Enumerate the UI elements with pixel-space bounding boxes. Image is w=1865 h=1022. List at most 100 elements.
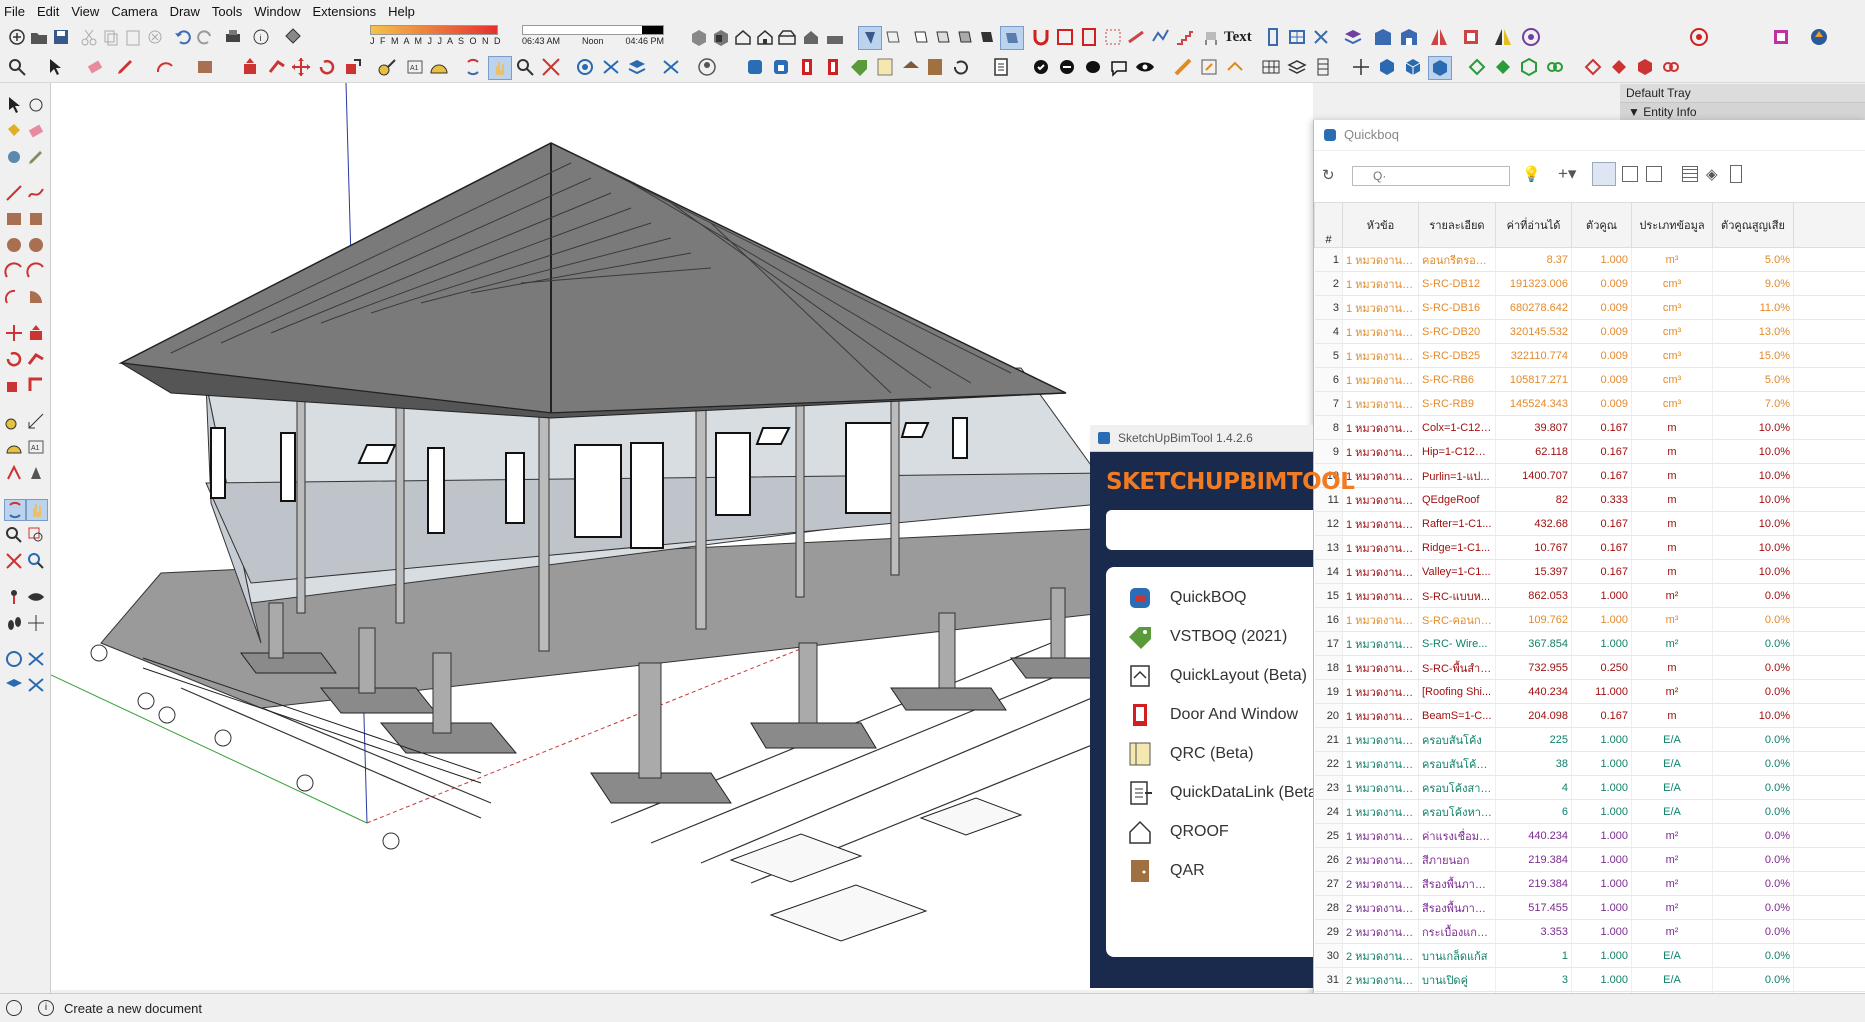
redo-icon[interactable]	[194, 26, 216, 48]
shaded-icon[interactable]	[932, 26, 954, 48]
protractor-icon[interactable]	[428, 56, 450, 78]
gradient-icon[interactable]	[1172, 56, 1194, 78]
magnet-icon[interactable]	[1030, 26, 1052, 48]
top-view-icon[interactable]	[688, 26, 710, 48]
column-header-multiplier[interactable]: ตัวคูณ	[1572, 203, 1632, 248]
table-row[interactable]: 61 หมวดงานโค...S-RC-RB6105817.2710.009cm…	[1315, 368, 1865, 392]
pencil-tool-icon[interactable]	[26, 147, 46, 167]
column-header-value[interactable]: ค่าที่อ่านได้	[1496, 203, 1572, 248]
section-display-tool-icon[interactable]	[26, 675, 46, 695]
cube-blue-2-icon[interactable]	[1402, 56, 1424, 78]
section-plane-icon[interactable]	[574, 56, 596, 78]
column-header-topic[interactable]: หัวข้อ	[1343, 203, 1419, 248]
table-row[interactable]: 51 หมวดงานโค...S-RC-DB25322110.7740.009c…	[1315, 344, 1865, 368]
table-row[interactable]: 211 หมวดงานโค...ครอบสันโค้ง2251.000E/A0.…	[1315, 728, 1865, 752]
follow-me-icon[interactable]	[266, 56, 288, 78]
add-icon[interactable]: +▾	[1558, 164, 1576, 184]
arc-tool-icon[interactable]	[4, 261, 24, 281]
eraser-tool-icon[interactable]	[26, 121, 46, 141]
stack-icon[interactable]	[1312, 56, 1334, 78]
stair-icon[interactable]	[1174, 26, 1196, 48]
qroof-toolbar-icon[interactable]	[900, 56, 922, 78]
table-row[interactable]: 312 หมวดงานสถ...บานเปิดคู่31.000E/A0.0%	[1315, 968, 1865, 992]
text-tool-icon[interactable]: A1	[26, 437, 46, 457]
cut-icon[interactable]	[78, 26, 100, 48]
xray-icon[interactable]	[858, 26, 882, 50]
print-icon[interactable]	[222, 26, 244, 48]
table-row[interactable]: 171 หมวดงานโค...S-RC- Wire...367.8541.00…	[1315, 632, 1865, 656]
menu-draw[interactable]: Draw	[166, 4, 208, 19]
save-icon[interactable]	[50, 26, 72, 48]
pan-icon[interactable]	[488, 56, 512, 80]
report-icon[interactable]	[990, 56, 1012, 78]
layer-orange-icon[interactable]	[1224, 56, 1246, 78]
cube-blue-icon[interactable]	[1376, 56, 1398, 78]
user-icon[interactable]	[696, 56, 718, 78]
front-view-icon[interactable]	[710, 26, 732, 48]
table-row[interactable]: 121 หมวดงานโค...Rafter=1-C1...432.680.16…	[1315, 512, 1865, 536]
menu-edit[interactable]: Edit	[33, 4, 67, 19]
quickboq-toolbar-icon[interactable]	[744, 56, 766, 78]
house-left-icon[interactable]	[824, 26, 846, 48]
table-row[interactable]: 151 หมวดงานโค...S-RC-แบบห...862.0531.000…	[1315, 584, 1865, 608]
circle-tool-icon[interactable]	[4, 235, 24, 255]
scissor-blue-icon[interactable]	[1310, 26, 1332, 48]
section-cut-tool-icon[interactable]	[26, 649, 46, 669]
zoom-window-icon[interactable]	[26, 525, 46, 545]
push-pull-icon[interactable]	[240, 56, 262, 78]
rotate-tool-icon[interactable]	[4, 349, 24, 369]
table-row[interactable]: 161 หมวดงานโค...S-RC-คอนกรี...109.7621.0…	[1315, 608, 1865, 632]
cube-red-icon[interactable]	[1634, 56, 1656, 78]
tool-item-qroof[interactable]: QROOF	[1106, 813, 1313, 851]
bimtool-search-input[interactable]	[1106, 510, 1313, 550]
layers-icon[interactable]: ◈	[1706, 165, 1718, 183]
zoom-icon[interactable]	[6, 56, 28, 78]
table-row[interactable]: 131 หมวดงานโค...Ridge=1-C1...10.7670.167…	[1315, 536, 1865, 560]
dimension-tool-icon[interactable]	[26, 411, 46, 431]
dimension-icon[interactable]: A1	[404, 56, 426, 78]
chair-icon[interactable]	[1200, 26, 1222, 48]
blob-icon[interactable]	[1082, 56, 1104, 78]
tape-tool-icon[interactable]	[4, 411, 24, 431]
zoom-extents-icon[interactable]	[540, 56, 562, 78]
scale-icon[interactable]	[342, 56, 364, 78]
table-icon[interactable]	[1682, 166, 1698, 182]
refresh-icon[interactable]: ↻	[1322, 166, 1335, 184]
select-arrow-icon[interactable]	[44, 56, 66, 78]
freehand-icon[interactable]	[26, 183, 46, 203]
speech-bubble-icon[interactable]	[1108, 56, 1130, 78]
menu-camera[interactable]: Camera	[107, 4, 165, 19]
tool-item-vstboq[interactable]: VSTBOQ (2021)	[1106, 618, 1313, 656]
undo-icon[interactable]	[172, 26, 194, 48]
building-blue-2-icon[interactable]	[1398, 26, 1422, 48]
paint-bucket-icon[interactable]	[4, 121, 24, 141]
house-back-icon[interactable]	[800, 26, 822, 48]
layers-icon[interactable]	[1286, 56, 1308, 78]
section-plane-tool-icon[interactable]	[4, 649, 24, 669]
eye-icon[interactable]	[1134, 56, 1156, 78]
door-red-icon[interactable]	[1078, 26, 1100, 48]
zoom-tool-icon[interactable]	[514, 56, 536, 78]
table-row[interactable]: 11 หมวดงานโค...คอนกรีตรอบบ้าน8.371.000m³…	[1315, 248, 1865, 272]
axes-tool-icon[interactable]	[4, 463, 24, 483]
paste-icon[interactable]	[122, 26, 144, 48]
zoom-extents-tool-icon[interactable]	[4, 551, 24, 571]
tag-green-icon[interactable]	[848, 56, 870, 78]
erase-icon[interactable]	[144, 26, 166, 48]
hidden-line-icon[interactable]	[910, 26, 932, 48]
rotated-rect-icon[interactable]	[26, 209, 46, 229]
visibility-icon[interactable]	[1592, 162, 1616, 186]
table-row[interactable]: 272 หมวดงานสถ...สีรองพื้นภายน...219.3841…	[1315, 872, 1865, 896]
text-tool[interactable]: Text	[1224, 29, 1252, 46]
entity-info-header[interactable]: ▼ Entity Info	[1620, 102, 1865, 120]
quickboq-search-input[interactable]	[1352, 166, 1510, 186]
door-blue-icon[interactable]	[1262, 26, 1284, 48]
table-row[interactable]: 201 หมวดงานโค...BeamS=1-C...204.0980.167…	[1315, 704, 1865, 728]
table-row[interactable]: 111 หมวดงานโค...QEdgeRoof820.333m10.0%	[1315, 488, 1865, 512]
rectangle-icon[interactable]	[194, 56, 216, 78]
building-blue-icon[interactable]	[1372, 26, 1396, 48]
check-circle-icon[interactable]	[1030, 56, 1052, 78]
arc-icon[interactable]	[154, 56, 176, 78]
tool-item-quickboq[interactable]: QuickBOQ	[1106, 579, 1313, 617]
look-around-icon[interactable]	[26, 587, 46, 607]
